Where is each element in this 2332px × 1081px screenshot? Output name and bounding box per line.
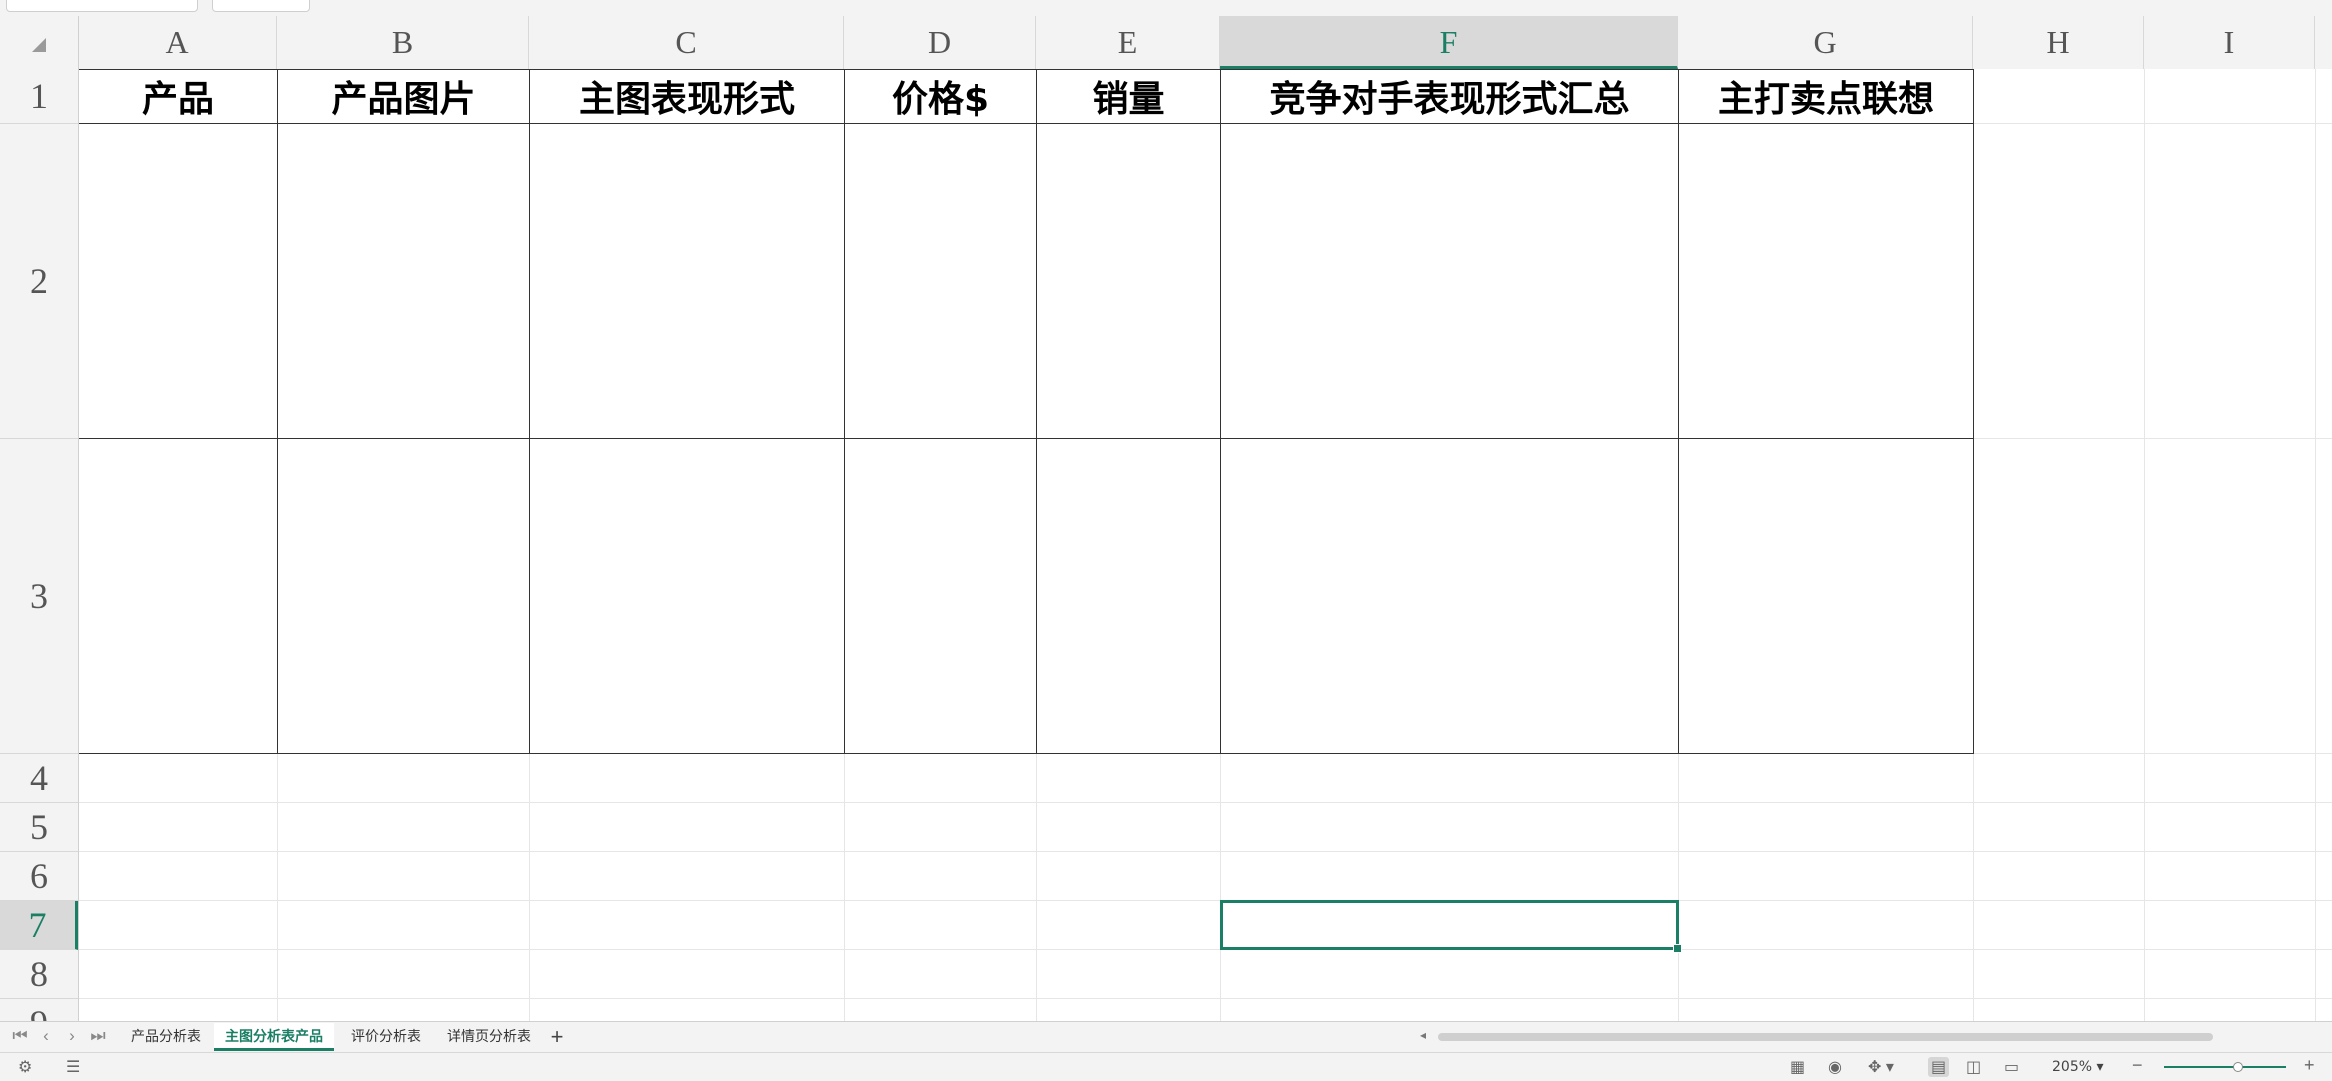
zoom-out-icon[interactable]: − [2132,1055,2143,1076]
first-sheet-icon[interactable]: ⏮ [10,1026,30,1046]
zoom-slider[interactable] [2164,1066,2286,1068]
cell-b2[interactable] [278,124,530,439]
scroll-left-icon[interactable]: ◂ [1420,1028,1426,1042]
cell-e1[interactable]: 销量 [1037,69,1221,124]
cell-e2[interactable] [1037,124,1221,439]
column-header-bar: A B C D E F G H I [0,16,2332,70]
cell-c3[interactable] [530,439,845,754]
row-header-8[interactable]: 8 [0,950,78,999]
cell-g2[interactable] [1679,124,1974,439]
row-header-7[interactable]: 7 [0,901,78,950]
cell-g1[interactable]: 主打卖点联想 [1679,69,1974,124]
column-header-f[interactable]: F [1220,16,1678,69]
column-header-i[interactable]: I [2144,16,2315,69]
last-sheet-icon[interactable]: ⏭ [88,1026,108,1046]
formula-bar-strip [0,0,2332,17]
formula-function-box[interactable] [212,0,310,12]
horizontal-scrollbar[interactable]: ◂ [1400,1028,2330,1046]
cell-d3[interactable] [845,439,1037,754]
cell-b1[interactable]: 产品图片 [278,69,530,124]
row-header-5[interactable]: 5 [0,803,78,852]
sheet-tab-product-analysis[interactable]: 产品分析表 [120,1023,212,1051]
row-header-6[interactable]: 6 [0,852,78,901]
name-box[interactable] [6,0,198,12]
page-layout-view-icon[interactable]: ▭ [2004,1057,2019,1077]
cell-f2[interactable] [1221,124,1679,439]
cell-f1[interactable]: 竞争对手表现形式汇总 [1221,69,1679,124]
row-header-1[interactable]: 1 [0,69,78,124]
cell-b3[interactable] [278,439,530,754]
cell-c2[interactable] [530,124,845,439]
row-header-2[interactable]: 2 [0,124,78,439]
column-header-b[interactable]: B [277,16,529,69]
prev-sheet-icon[interactable]: ‹ [36,1026,56,1046]
cell-e3[interactable] [1037,439,1221,754]
scrollbar-thumb[interactable] [1438,1033,2213,1041]
column-header-d[interactable]: D [844,16,1036,69]
cell-grid[interactable]: 产品 产品图片 主图表现形式 价格$ 销量 竞争对手表现形式汇总 主打卖点联想 [79,69,2332,1021]
select-all-corner[interactable] [0,16,79,69]
cell-d1[interactable]: 价格$ [845,69,1037,124]
column-header-c[interactable]: C [529,16,844,69]
column-header-a[interactable]: A [78,16,277,69]
row-header-4[interactable]: 4 [0,754,78,803]
zoom-level[interactable]: 205% ▾ [2052,1059,2104,1075]
select-all-triangle-icon [32,38,46,52]
fill-handle[interactable] [1673,944,1682,953]
sheet-list-icon[interactable]: ☰ [66,1057,80,1077]
column-header-g[interactable]: G [1678,16,1973,69]
eye-protection-icon[interactable]: ◉ [1828,1057,1842,1077]
row-header-9[interactable]: 9 [0,999,78,1021]
sheet-tab-bar: ⏮ ‹ › ⏭ 产品分析表 主图分析表产品 评价分析表 详情页分析表 + ◂ [0,1021,2332,1053]
column-header-e[interactable]: E [1036,16,1220,69]
row-header-3[interactable]: 3 [0,439,78,754]
focus-mode-icon[interactable]: ✥ ▾ [1868,1057,1894,1077]
status-bar: ⚙ ☰ ▦ ◉ ✥ ▾ ▤ ◫ ▭ 205% ▾ − + [0,1052,2332,1081]
table-style-icon[interactable]: ▦ [1790,1057,1805,1077]
sheet-tab-review-analysis[interactable]: 评价分析表 [340,1023,432,1051]
cell-a2[interactable] [79,124,278,439]
next-sheet-icon[interactable]: › [62,1026,82,1046]
cell-a1[interactable]: 产品 [79,69,278,124]
normal-view-icon[interactable]: ▤ [1928,1057,1950,1077]
zoom-in-icon[interactable]: + [2304,1055,2315,1076]
column-header-h[interactable]: H [1973,16,2144,69]
macro-icon[interactable]: ⚙ [18,1057,32,1077]
active-cell-f7[interactable] [1220,900,1682,953]
cell-c1[interactable]: 主图表现形式 [530,69,845,124]
cell-d2[interactable] [845,124,1037,439]
cell-f3[interactable] [1221,439,1679,754]
add-sheet-button[interactable]: + [546,1023,568,1051]
zoom-slider-knob[interactable] [2233,1062,2243,1072]
row-header-bar: 1 2 3 4 5 6 7 8 9 [0,69,79,1021]
sheet-tab-main-image-analysis[interactable]: 主图分析表产品 [214,1023,334,1051]
cell-g3[interactable] [1679,439,1974,754]
sheet-tab-detail-page-analysis[interactable]: 详情页分析表 [438,1023,540,1051]
cell-a3[interactable] [79,439,278,754]
page-break-view-icon[interactable]: ◫ [1966,1057,1981,1077]
